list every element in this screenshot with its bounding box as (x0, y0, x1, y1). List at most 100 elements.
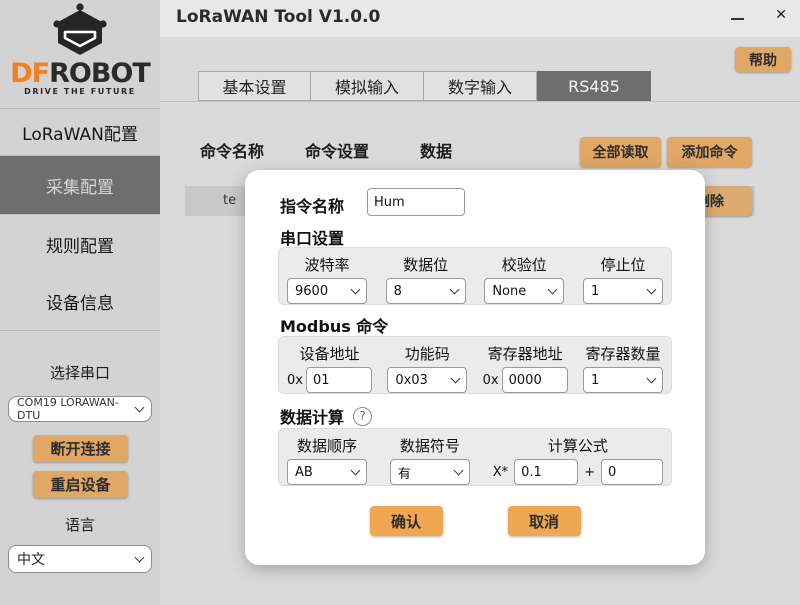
close-icon[interactable]: ✕ (775, 8, 787, 22)
command-edit-dialog: 指令名称 串口设置 波特率 9600 数据位 8 校验位 (245, 170, 705, 565)
read-all-button[interactable]: 全部读取 (580, 137, 661, 167)
brand-df: DF (10, 58, 49, 89)
chevron-down-icon (351, 284, 361, 294)
parity-select[interactable]: None (484, 278, 564, 304)
register-address-field: 寄存器地址 0x (483, 343, 568, 393)
data-sign-select[interactable]: 有 (390, 459, 470, 485)
stop-bits-field: 停止位 1 (583, 254, 663, 304)
data-bits-field: 数据位 8 (386, 254, 466, 304)
sidebar-item-rule-config[interactable]: 规则配置 (0, 215, 160, 273)
device-address-input[interactable] (306, 367, 372, 393)
stop-bits-label: 停止位 (600, 254, 645, 275)
register-count-field: 寄存器数量 1 (583, 343, 663, 393)
sidebar-item-device-info[interactable]: 设备信息 (0, 273, 160, 330)
tab-basic-settings[interactable]: 基本设置 (198, 71, 311, 101)
tab-bar: 基本设置 模拟输入 数字输入 RS485 (198, 71, 651, 101)
language-label: 语言 (0, 514, 160, 535)
factor-input[interactable] (514, 459, 578, 485)
sidebar-item-lorawan-config[interactable]: LoRaWAN配置 (0, 109, 160, 155)
restart-device-button[interactable]: 重启设备 (33, 471, 128, 498)
column-command-settings: 命令设置 (305, 138, 369, 162)
serial-port-select[interactable]: COM19 LORAWAN-DTU (8, 396, 152, 422)
title-bar: LoRaWAN Tool V1.0.0 ✕ (160, 0, 800, 37)
register-count-value: 1 (591, 373, 599, 388)
language-select[interactable]: 中文 (8, 545, 152, 573)
parity-label: 校验位 (502, 254, 547, 275)
data-sign-label: 数据符号 (400, 435, 460, 456)
data-calc-group: 数据顺序 AB 数据符号 有 计算公式 X* + (278, 428, 672, 486)
tab-analog-input[interactable]: 模拟输入 (311, 71, 424, 101)
data-sign-field: 数据符号 有 (390, 435, 470, 485)
formula-field: 计算公式 X* + (493, 435, 663, 485)
chevron-down-icon (135, 402, 145, 412)
column-command-name: 命令名称 (200, 138, 264, 162)
modbus-group: 设备地址 0x 功能码 0x03 寄存器地址 0x (278, 336, 672, 394)
confirm-button[interactable]: 确认 (370, 506, 443, 536)
baud-value: 9600 (295, 284, 328, 299)
chevron-down-icon (135, 552, 145, 562)
tab-rs485[interactable]: RS485 (537, 71, 651, 101)
hex-prefix: 0x (483, 373, 499, 388)
formula-label: 计算公式 (548, 435, 608, 456)
serial-port-label: 选择串口 (0, 362, 160, 383)
window-title: LoRaWAN Tool V1.0.0 (176, 7, 380, 27)
data-bits-select[interactable]: 8 (386, 278, 466, 304)
data-bits-value: 8 (394, 284, 402, 299)
robot-logo-icon (49, 3, 111, 57)
function-code-field: 功能码 0x03 (387, 343, 467, 393)
serial-port-value: COM19 LORAWAN-DTU (17, 396, 136, 422)
sidebar-item-collect-config[interactable]: 采集配置 (0, 155, 160, 215)
brand-robot: ROBOT (49, 58, 150, 89)
disconnect-button[interactable]: 断开连接 (33, 435, 128, 462)
brand-logo: DFROBOT (0, 58, 160, 89)
register-address-label: 寄存器地址 (488, 343, 563, 364)
register-count-select[interactable]: 1 (583, 367, 663, 393)
byte-order-select[interactable]: AB (287, 459, 367, 485)
data-bits-label: 数据位 (403, 254, 448, 275)
hex-prefix: 0x (287, 373, 303, 388)
help-button[interactable]: 帮助 (735, 47, 791, 72)
language-value: 中文 (17, 549, 45, 569)
function-code-select[interactable]: 0x03 (387, 367, 467, 393)
command-name-input[interactable] (367, 188, 465, 216)
sidebar-nav: LoRaWAN配置 采集配置 规则配置 设备信息 (0, 108, 160, 331)
help-question-icon[interactable]: ? (353, 407, 372, 426)
baud-field: 波特率 9600 (287, 254, 367, 304)
chevron-down-icon (647, 373, 657, 383)
offset-input[interactable] (601, 459, 663, 485)
device-address-label: 设备地址 (299, 343, 359, 364)
tab-divider (160, 101, 800, 102)
parity-field: 校验位 None (484, 254, 564, 304)
byte-order-label: 数据顺序 (297, 435, 357, 456)
modbus-heading: Modbus 命令 (280, 313, 388, 337)
minimize-icon[interactable] (731, 18, 744, 20)
command-name-label: 指令名称 (280, 193, 344, 217)
plus-sign: + (584, 465, 595, 480)
stop-bits-select[interactable]: 1 (583, 278, 663, 304)
dialog-buttons: 确认 取消 (245, 506, 705, 536)
chevron-down-icon (351, 465, 361, 475)
baud-select[interactable]: 9600 (287, 278, 367, 304)
data-calc-title: 数据计算 (280, 404, 344, 428)
chevron-down-icon (548, 284, 558, 294)
data-sign-value: 有 (398, 463, 411, 482)
cancel-button[interactable]: 取消 (508, 506, 581, 536)
baud-label: 波特率 (304, 254, 349, 275)
column-data: 数据 (420, 138, 452, 162)
data-calc-heading: 数据计算 ? (280, 404, 372, 428)
serial-settings-heading: 串口设置 (280, 225, 344, 249)
formula-prefix: X* (493, 465, 508, 480)
stop-bits-value: 1 (591, 284, 599, 299)
tab-digital-input[interactable]: 数字输入 (424, 71, 537, 101)
row-command-name: te (223, 193, 236, 208)
brand-tagline: DRIVE THE FUTURE (0, 87, 160, 96)
sidebar: DFROBOT DRIVE THE FUTURE LoRaWAN配置 采集配置 … (0, 0, 160, 605)
register-address-input[interactable] (502, 367, 568, 393)
add-command-button[interactable]: 添加命令 (667, 137, 752, 167)
byte-order-value: AB (295, 465, 313, 480)
serial-settings-group: 波特率 9600 数据位 8 校验位 None (278, 247, 672, 305)
chevron-down-icon (451, 373, 461, 383)
chevron-down-icon (449, 284, 459, 294)
device-address-field: 设备地址 0x (287, 343, 372, 393)
chevron-down-icon (647, 284, 657, 294)
